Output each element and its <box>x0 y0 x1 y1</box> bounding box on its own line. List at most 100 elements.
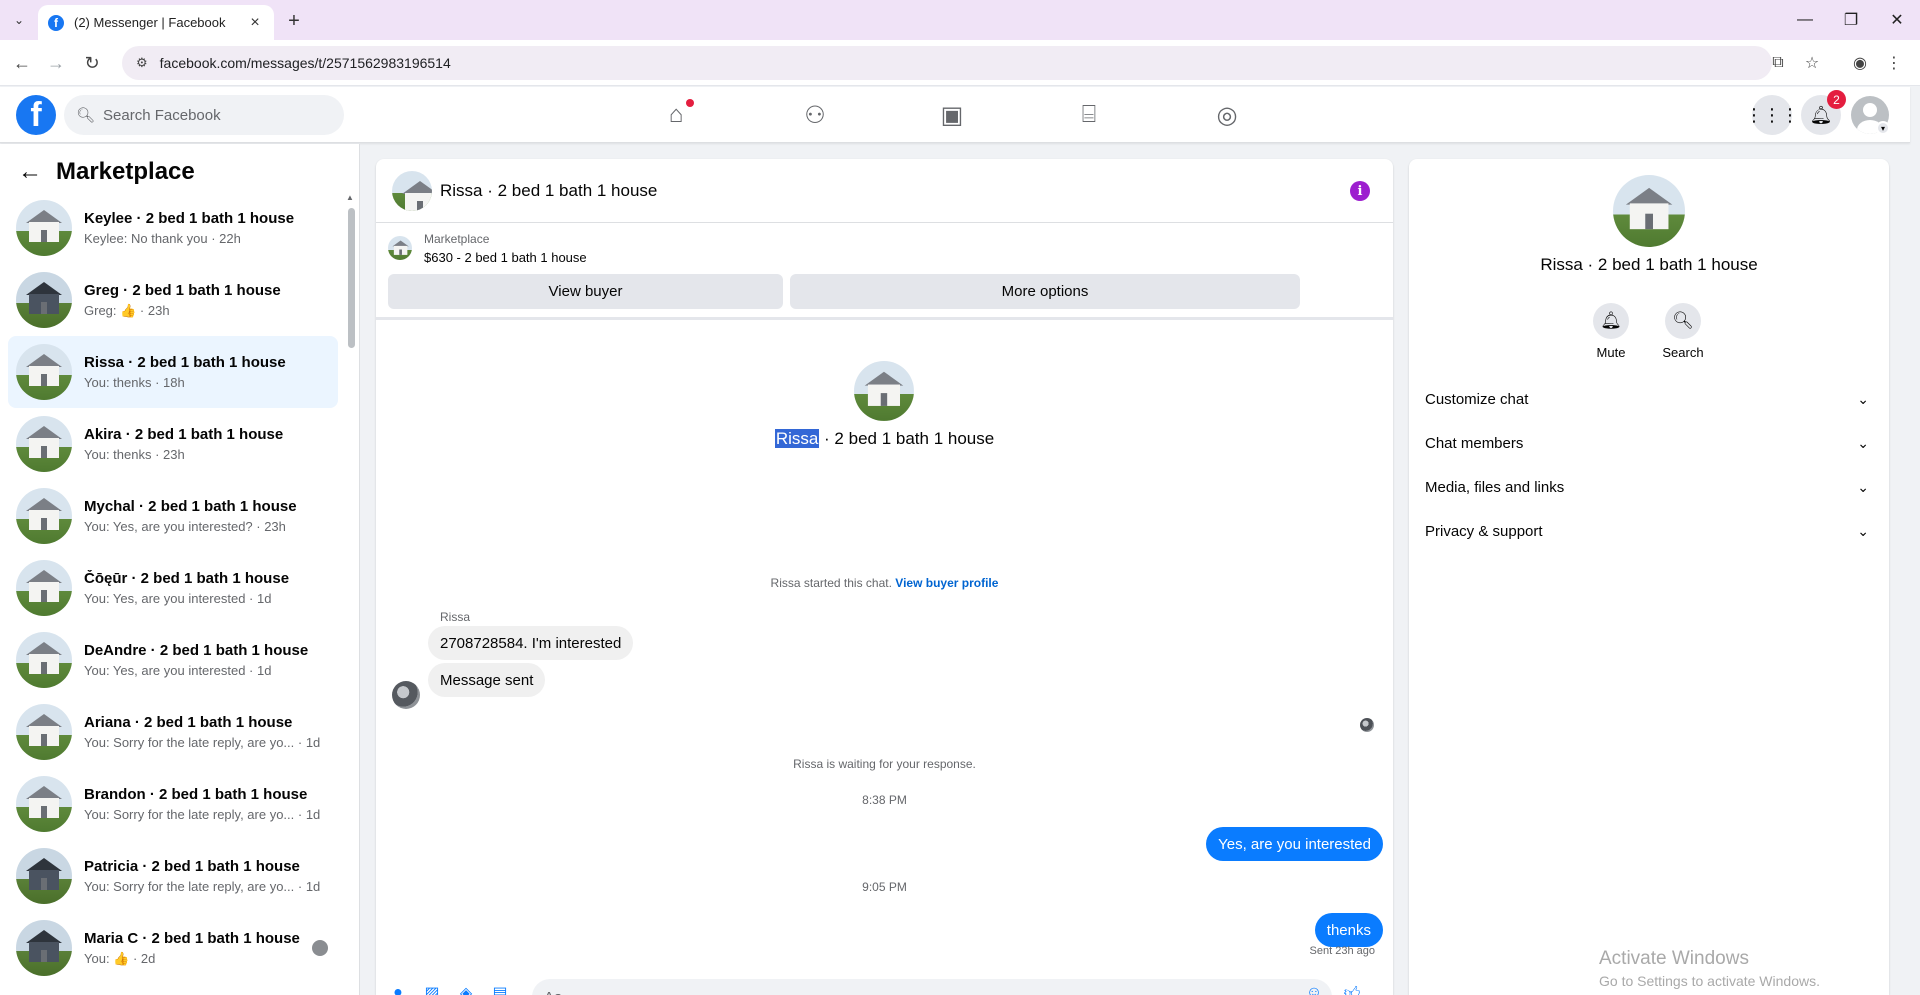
tab-search-chevron-icon[interactable]: ⌄ <box>8 9 30 31</box>
video-icon[interactable]: ▣ <box>932 95 972 135</box>
media-files-links-section[interactable]: Media, files and links ⌄ <box>1425 465 1873 509</box>
microphone-icon[interactable]: ● <box>388 983 408 995</box>
profile-icon[interactable]: ◉ <box>1848 51 1872 75</box>
chat-members-section[interactable]: Chat members ⌄ <box>1425 421 1873 465</box>
notification-badge: 2 <box>1827 90 1846 109</box>
back-arrow-icon[interactable]: ← <box>18 158 42 186</box>
install-app-icon[interactable]: ⧉ <box>1766 51 1790 75</box>
conversation-name: Rissa · 2 bed 1 bath 1 house <box>84 354 286 371</box>
browser-tab-bar: ⌄ f (2) Messenger | Facebook × + — ❐ ✕ <box>0 0 1920 40</box>
bookmark-star-icon[interactable]: ☆ <box>1800 51 1824 75</box>
new-tab-plus-icon[interactable]: + <box>282 9 306 33</box>
scroll-up-arrow-icon[interactable]: ▲ <box>346 193 354 202</box>
incoming-message[interactable]: 2708728584. I'm interested <box>428 626 634 660</box>
conversation-name: Keylee · 2 bed 1 bath 1 house <box>84 210 295 227</box>
conversation-item[interactable]: Ariana · 2 bed 1 bath 1 house You: Sorry … <box>8 696 338 768</box>
conversation-item[interactable]: Patricia · 2 bed 1 bath 1 house You: Sorr… <box>8 840 338 912</box>
info-icon[interactable]: i <box>1350 181 1370 201</box>
mute-button[interactable]: 🔔︎ Mute <box>1579 303 1643 360</box>
privacy-support-section[interactable]: Privacy & support ⌄ <box>1425 509 1873 553</box>
conversation-preview: You: Yes, are you interested · 1d <box>84 663 272 678</box>
conversation-item[interactable]: Mychal · 2 bed 1 bath 1 house You: Yes, a… <box>8 480 338 552</box>
conversation-item[interactable]: Keylee · 2 bed 1 bath 1 house Keylee: No … <box>8 192 338 264</box>
sender-avatar[interactable] <box>392 681 420 709</box>
chat-title[interactable]: Rissa · 2 bed 1 bath 1 house <box>440 181 657 201</box>
search-in-chat-button[interactable]: 🔍︎ Search <box>1651 303 1715 360</box>
search-icon: 🔍︎ <box>1665 303 1701 339</box>
chat-started-text: Rissa started this chat. <box>770 576 892 590</box>
marketplace-icon[interactable]: ⌸ <box>1069 95 1109 135</box>
conversation-avatar <box>16 560 72 616</box>
listing-title[interactable]: $630 - 2 bed 1 bath 1 house <box>424 250 587 265</box>
browser-menu-icon[interactable]: ⋮ <box>1882 51 1906 75</box>
message-input[interactable] <box>532 979 1332 995</box>
facebook-logo-icon[interactable]: f <box>16 95 56 135</box>
outgoing-message[interactable]: thenks <box>1314 913 1383 947</box>
sidebar-scrollbar[interactable] <box>348 208 355 348</box>
conversation-item[interactable]: Akira · 2 bed 1 bath 1 house You: thenks … <box>8 408 338 480</box>
conversation-preview: You: thenks · 18h <box>84 375 185 390</box>
conversation-name: Mychal · 2 bed 1 bath 1 house <box>84 498 297 515</box>
customize-chat-section[interactable]: Customize chat ⌄ <box>1425 377 1873 421</box>
chat-avatar[interactable] <box>392 171 432 211</box>
sidebar-title: Marketplace <box>56 158 195 185</box>
view-buyer-button[interactable]: View buyer <box>388 274 783 309</box>
conversation-item[interactable]: Brandon · 2 bed 1 bath 1 house You: Sorry… <box>8 768 338 840</box>
conversation-item[interactable]: Čōęūr · 2 bed 1 bath 1 house You: Yes, ar… <box>8 552 338 624</box>
seen-avatar <box>312 940 328 956</box>
conversation-item[interactable]: Greg · 2 bed 1 bath 1 house Greg: 👍 · 23h <box>8 264 338 336</box>
forward-arrow-icon[interactable]: → <box>44 51 68 75</box>
facebook-search[interactable]: 🔍︎ <box>64 95 344 135</box>
incoming-message[interactable]: Message sent <box>428 663 546 697</box>
conversation-name: Maria C · 2 bed 1 bath 1 house <box>84 929 300 947</box>
reload-icon[interactable]: ↻ <box>80 51 104 75</box>
chevron-down-icon: ⌄ <box>1857 478 1869 495</box>
conversation-item[interactable]: Rissa · 2 bed 1 bath 1 house You: thenks … <box>8 336 338 408</box>
sticker-icon[interactable]: ◈ <box>456 983 476 995</box>
conversation-avatar <box>16 920 72 976</box>
more-options-button[interactable]: More options <box>790 274 1300 309</box>
search-label: Search <box>1662 345 1704 360</box>
grid-menu-icon[interactable]: ⋮⋮⋮ <box>1745 95 1799 135</box>
thumbs-up-icon[interactable]: 👍︎ <box>1342 983 1362 995</box>
conversation-item[interactable]: DeAndre · 2 bed 1 bath 1 house You: Yes, … <box>8 624 338 696</box>
tab-title: (2) Messenger | Facebook <box>74 15 226 30</box>
gif-icon[interactable]: ▤ <box>490 983 510 995</box>
conversation-avatar <box>16 416 72 472</box>
friends-icon[interactable]: ⚇ <box>795 95 835 135</box>
address-bar[interactable]: ⚙ facebook.com/messages/t/25715629831965… <box>122 46 1772 80</box>
conversation-avatar <box>16 272 72 328</box>
chevron-down-icon[interactable]: ▾ <box>1876 121 1890 135</box>
conversation-name: Čōęūr · 2 bed 1 bath 1 house <box>84 570 290 587</box>
site-settings-icon[interactable]: ⚙ <box>136 55 148 71</box>
conversation-item[interactable]: Maria C · 2 bed 1 bath 1 house You: 👍 · 2… <box>8 912 338 984</box>
conversation-name: Patricia · 2 bed 1 bath 1 house <box>84 858 300 875</box>
conversation-avatar <box>16 632 72 688</box>
listing-thumbnail[interactable] <box>388 236 412 260</box>
marketplace-listing-bar: Marketplace $630 - 2 bed 1 bath 1 house … <box>376 224 1393 320</box>
conversation-avatar <box>16 776 72 832</box>
facebook-header: f 🔍︎ ⌂ ⚇ ▣ ⌸ ◎ ⋮⋮⋮ 🔔︎ 2 ▾ <box>0 87 1910 143</box>
conversation-preview: You: Sorry for the late reply, are yo...… <box>84 879 321 894</box>
message-composer: ● ▨ ◈ ▤ ☺ 👍︎ <box>376 979 1393 995</box>
chat-header: Rissa · 2 bed 1 bath 1 house i <box>376 159 1393 223</box>
window-close-icon[interactable]: ✕ <box>1874 6 1920 34</box>
tab-close-icon[interactable]: × <box>246 14 264 32</box>
outgoing-message[interactable]: Yes, are you interested <box>1206 827 1383 861</box>
back-arrow-icon[interactable]: ← <box>10 51 34 75</box>
conversation-list: Keylee · 2 bed 1 bath 1 house Keylee: No … <box>8 192 338 984</box>
intro-title-rest: · 2 bed 1 bath 1 house <box>819 429 995 448</box>
restore-icon[interactable]: ❐ <box>1828 6 1874 34</box>
minimize-icon[interactable]: — <box>1782 6 1828 34</box>
windows-activation-watermark: Activate Windows Go to Settings to activ… <box>1599 948 1820 989</box>
browser-tab-active[interactable]: f (2) Messenger | Facebook × <box>38 5 274 40</box>
home-notification-dot <box>686 99 694 107</box>
search-icon: 🔍︎ <box>76 107 96 124</box>
facebook-search-input[interactable] <box>103 106 324 124</box>
image-attach-icon[interactable]: ▨ <box>422 983 442 995</box>
groups-icon[interactable]: ◎ <box>1207 95 1247 135</box>
conversation-preview: You: Sorry for the late reply, are yo...… <box>84 807 321 822</box>
mute-label: Mute <box>1596 345 1626 360</box>
emoji-icon[interactable]: ☺ <box>1304 983 1324 995</box>
view-buyer-profile-link[interactable]: View buyer profile <box>895 576 998 590</box>
